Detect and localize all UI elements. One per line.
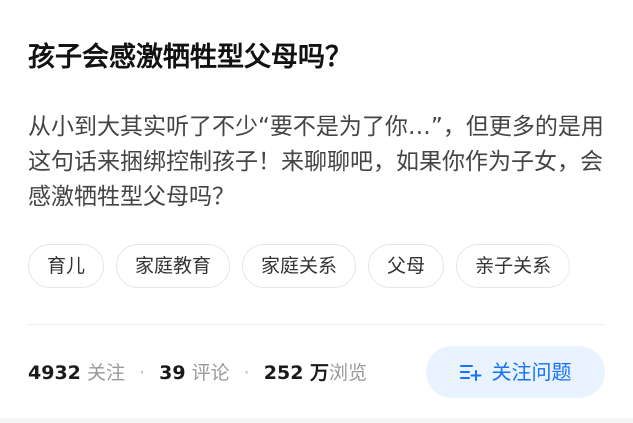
follow-button-label: 关注问题 — [491, 360, 572, 384]
topic-tag[interactable]: 育儿 — [28, 244, 105, 288]
question-title: 孩子会感激牺牲型父母吗？ — [28, 42, 352, 73]
follow-question-button[interactable]: 关注问题 — [426, 346, 605, 398]
question-stats: 4932 关注 · 39 评论 · 252 万浏览 — [28, 358, 367, 388]
followers-count: 4932 — [28, 362, 81, 384]
divider — [28, 324, 605, 325]
follow-list-plus-icon — [459, 365, 481, 381]
tags-fade-overlay — [553, 244, 613, 290]
question-description[interactable]: 从小到大其实听了不少“要不是为了你…”，但更多的是用这句话来捆绑控制孩子！来聊聊… — [28, 110, 608, 215]
views-label: 浏览 — [329, 362, 368, 384]
views-count: 252 万 — [263, 362, 330, 384]
stats-separator: · — [243, 362, 250, 384]
topic-tag[interactable]: 父母 — [368, 244, 445, 288]
stats-separator: · — [139, 362, 146, 384]
question-card: 孩子会感激牺牲型父母吗？ 从小到大其实听了不少“要不是为了你…”，但更多的是用这… — [0, 0, 633, 423]
topic-tags: 育儿 家庭教育 家庭关系 父母 亲子关系 — [28, 244, 613, 290]
topic-tag[interactable]: 家庭教育 — [116, 244, 231, 288]
comments-count[interactable]: 39 — [159, 362, 185, 384]
section-separator-band — [0, 418, 633, 423]
topic-tag[interactable]: 家庭关系 — [242, 244, 357, 288]
followers-label: 关注 — [86, 362, 125, 384]
comments-label[interactable]: 评论 — [192, 362, 230, 384]
